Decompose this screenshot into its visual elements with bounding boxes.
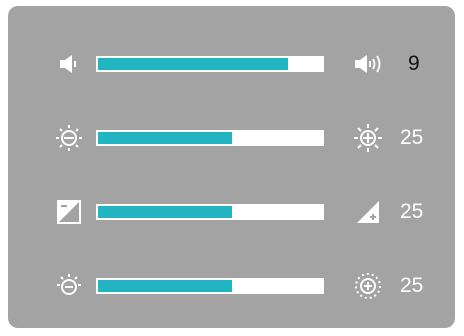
- contrast-low-icon: [52, 195, 86, 229]
- volume-row: 9: [8, 44, 455, 84]
- volume-value: 9: [408, 52, 420, 75]
- volume-slider[interactable]: [96, 56, 324, 72]
- speaker-high-icon: [351, 47, 385, 81]
- contrast-value: 25: [400, 200, 424, 223]
- brightness-low-icon: [52, 121, 86, 155]
- brightness-row: 25: [8, 118, 455, 158]
- speaker-low-icon: [52, 47, 86, 81]
- brightness-high-icon: [351, 121, 385, 155]
- backlight-high-icon: [351, 269, 385, 303]
- contrast-row: 25: [8, 192, 455, 232]
- brightness-slider[interactable]: [96, 130, 324, 146]
- brightness-value: 25: [400, 126, 424, 149]
- backlight-slider[interactable]: [96, 278, 324, 294]
- backlight-value: 25: [400, 274, 424, 297]
- settings-panel: 9 25 25 25: [8, 6, 455, 328]
- volume-slider-fill: [98, 58, 288, 70]
- contrast-high-icon: [351, 195, 385, 229]
- contrast-slider[interactable]: [96, 204, 324, 220]
- backlight-low-icon: [52, 269, 86, 303]
- backlight-row: 25: [8, 266, 455, 306]
- contrast-slider-fill: [98, 206, 232, 218]
- backlight-slider-fill: [98, 280, 232, 292]
- brightness-slider-fill: [98, 132, 232, 144]
